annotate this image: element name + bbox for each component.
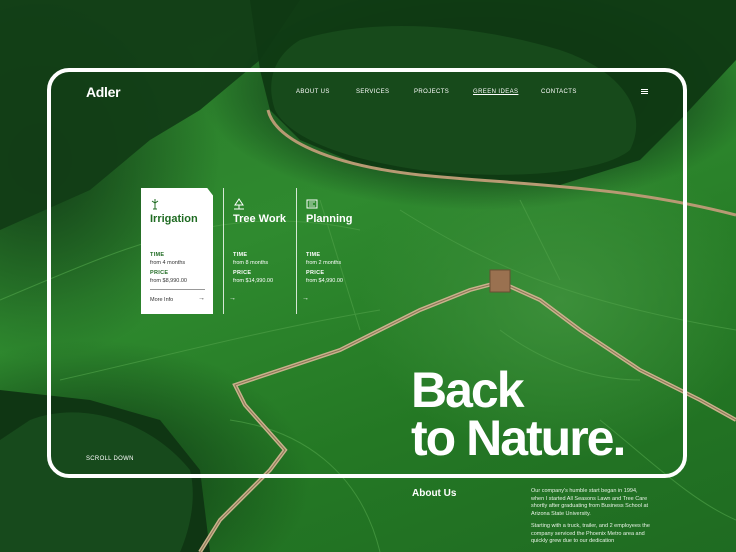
price-label: PRICE [150,270,169,276]
more-info-link[interactable]: More Info [150,297,173,303]
service-card-irrigation[interactable]: Irrigation TIME from 4 months PRICE from… [141,188,213,314]
service-title: Planning [306,213,353,225]
price-label: PRICE [233,270,252,276]
hero-line-2: to Nature. [411,410,626,466]
about-paragraph-2: Starting with a truck, trailer, and 2 em… [531,523,650,544]
arrow-right-icon[interactable]: → [229,295,236,302]
time-label: TIME [233,252,248,258]
time-value: from 8 months [233,260,269,266]
about-paragraph-1: Our company's humble start began in 1994… [531,488,649,517]
time-label: TIME [306,252,321,258]
nav-contacts[interactable]: CONTACTS [541,89,601,95]
blueprint-icon [306,199,318,209]
price-value: from $4,990.00 [306,278,343,284]
main-nav: ABOUT US SERVICES PROJECTS GREEN IDEAS C… [296,89,601,95]
hero-heading: Back to Nature. [411,362,626,466]
about-heading: About Us [412,488,457,499]
tree-icon [234,198,244,210]
arrow-right-icon[interactable]: → [198,295,205,302]
scroll-down-link[interactable]: SCROLL DOWN [86,456,134,462]
time-label: TIME [150,252,165,258]
time-value: from 2 months [306,260,342,266]
price-value: from $8,990.00 [150,278,187,284]
price-label: PRICE [306,270,325,276]
arrow-right-icon[interactable]: → [302,295,309,302]
hero-line-1: Back [411,362,525,418]
nav-projects[interactable]: PROJECTS [414,89,473,95]
logo[interactable]: Adler [86,84,121,100]
nav-services[interactable]: SERVICES [356,89,414,95]
service-title: Tree Work [233,213,286,225]
menu-icon[interactable] [641,89,648,94]
nav-green-ideas[interactable]: GREEN IDEAS [473,89,541,95]
about-text: Our company's humble start began in 1994… [531,488,651,551]
sprinkler-icon [151,199,159,210]
service-title: Irrigation [150,213,198,225]
time-value: from 4 months [150,260,186,266]
service-card-tree-work[interactable]: Tree Work TIME from 8 months PRICE from … [223,188,295,314]
card-divider [150,289,205,290]
service-card-planning[interactable]: Planning TIME from 2 months PRICE from $… [296,188,368,314]
price-value: from $14,990.00 [233,278,274,284]
nav-about-us[interactable]: ABOUT US [296,89,356,95]
